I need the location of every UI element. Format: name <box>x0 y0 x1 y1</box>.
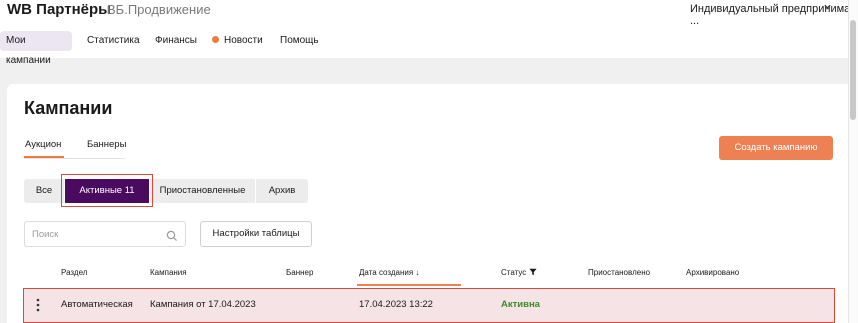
scrollbar-thumb[interactable] <box>850 20 856 120</box>
column-header-status-label: Статус <box>501 268 527 277</box>
active-filter-highlight <box>61 174 153 207</box>
column-header-created[interactable]: Дата создания ↓ <box>359 268 419 277</box>
news-dot-icon <box>212 35 219 43</box>
filter-archive[interactable]: Архив <box>256 179 308 203</box>
filter-icon[interactable] <box>528 268 537 276</box>
cell-created: 17.04.2023 13:22 <box>359 299 433 310</box>
more-options-icon[interactable] <box>36 296 40 314</box>
search-icon[interactable] <box>166 229 178 241</box>
filter-all[interactable]: Все <box>24 179 64 203</box>
column-header-banner[interactable]: Баннер <box>286 268 313 277</box>
column-header-archived[interactable]: Архивировано <box>686 268 739 277</box>
column-header-status[interactable]: Статус <box>501 268 537 277</box>
top-bar: WB Партнёры ВБ.Продвижение Индивидуальны… <box>0 0 858 66</box>
create-campaign-button[interactable]: Создать кампанию <box>719 136 833 160</box>
nav-help[interactable]: Помощь <box>280 31 319 51</box>
search-box <box>24 221 186 247</box>
column-header-campaign[interactable]: Кампания <box>150 268 187 277</box>
product-name: ВБ.Продвижение <box>107 2 211 17</box>
nav-news[interactable]: Новости <box>212 31 263 51</box>
active-tab-indicator <box>24 156 64 158</box>
cell-section: Автоматическая <box>61 299 133 310</box>
column-header-paused[interactable]: Приостановлено <box>588 268 650 277</box>
account-selector[interactable]: Индивидуальный предпринима ... <box>690 3 858 27</box>
column-header-section[interactable]: Раздел <box>61 268 87 277</box>
nav-finance[interactable]: Финансы <box>155 31 197 51</box>
filter-paused[interactable]: Приостановленные <box>150 179 255 203</box>
nav-statistics[interactable]: Статистика <box>87 31 140 51</box>
sort-indicator <box>357 284 461 286</box>
nav-my-campaigns[interactable]: Мои кампании <box>0 31 72 66</box>
subtabs-divider <box>24 158 125 159</box>
cell-campaign[interactable]: Кампания от 17.04.2023 <box>150 299 256 310</box>
status-badge: Активна <box>501 299 540 310</box>
tab-banners[interactable]: Баннеры <box>87 139 126 150</box>
search-input[interactable] <box>32 228 160 241</box>
nav-news-label: Новости <box>224 35 263 46</box>
brand-logo[interactable]: WB Партнёры <box>7 1 111 18</box>
page-title: Кампании <box>24 98 113 118</box>
tab-auction[interactable]: Аукцион <box>25 139 61 150</box>
table-settings-button[interactable]: Настройки таблицы <box>200 221 312 247</box>
chevron-down-icon[interactable] <box>823 2 832 14</box>
